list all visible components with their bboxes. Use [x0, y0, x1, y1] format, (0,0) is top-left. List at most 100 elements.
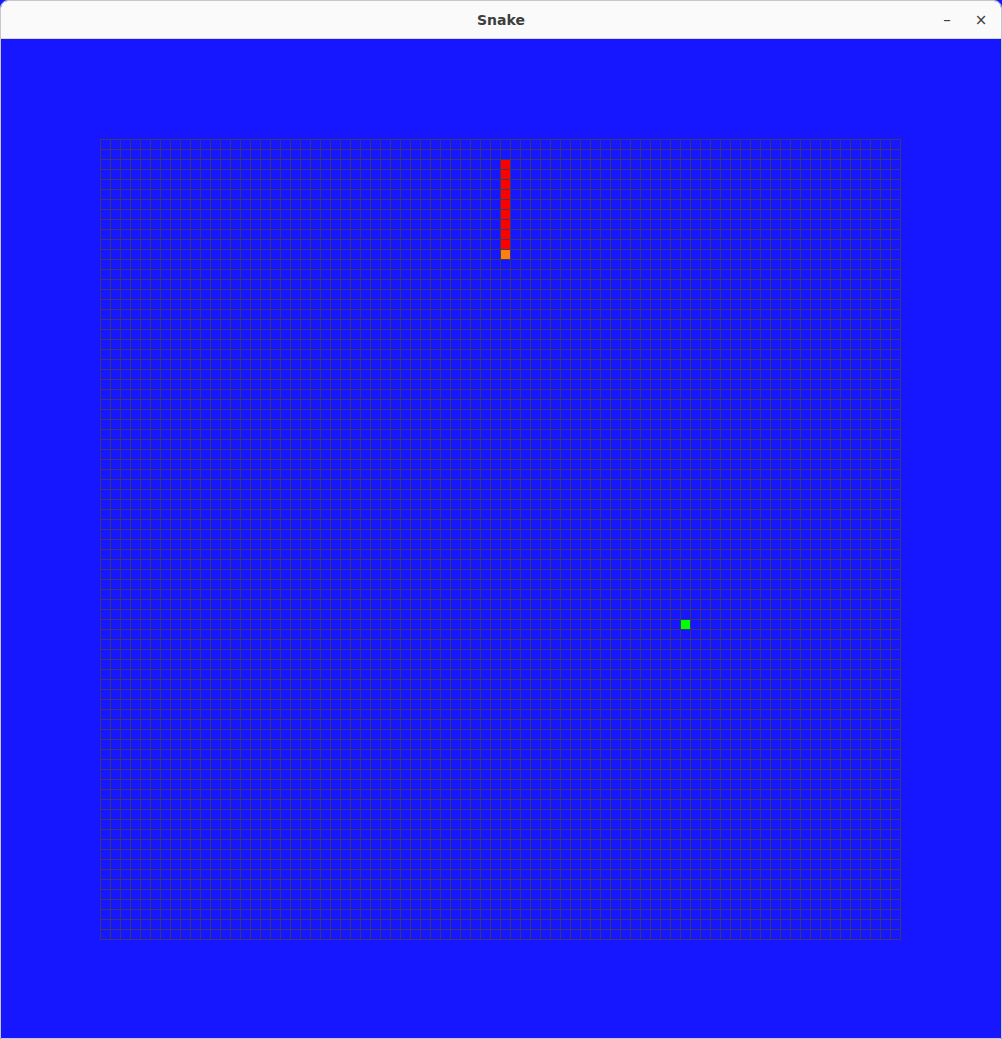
grid-cell — [351, 340, 360, 349]
grid-cell — [341, 280, 350, 289]
grid-cell — [641, 300, 650, 309]
grid-cell — [691, 260, 700, 269]
grid-cell — [671, 380, 680, 389]
grid-cell — [741, 330, 750, 339]
grid-cell — [481, 380, 490, 389]
grid-cell — [251, 170, 260, 179]
grid-cell — [391, 370, 400, 379]
grid-cell — [781, 340, 790, 349]
grid-cell — [311, 270, 320, 279]
grid-cell — [231, 270, 240, 279]
grid-cell — [241, 240, 250, 249]
grid-cell — [881, 200, 890, 209]
grid-cell — [301, 260, 310, 269]
grid-cell — [381, 370, 390, 379]
grid-cell — [621, 180, 630, 189]
grid-cell — [321, 240, 330, 249]
grid-cell — [451, 230, 460, 239]
grid-cell — [301, 330, 310, 339]
grid-cell — [171, 230, 180, 239]
grid-cell — [611, 170, 620, 179]
grid-cell — [261, 300, 270, 309]
grid-cell — [191, 300, 200, 309]
grid-cell — [431, 260, 440, 269]
grid-cell — [671, 340, 680, 349]
grid-cell — [671, 280, 680, 289]
grid-cell — [451, 190, 460, 199]
grid-cell — [391, 200, 400, 209]
grid-cell — [261, 140, 270, 149]
grid-cell — [401, 360, 410, 369]
grid-cell — [391, 310, 400, 319]
grid-cell — [521, 260, 530, 269]
grid-cell — [101, 330, 110, 339]
grid-cell — [131, 290, 140, 299]
grid-cell — [471, 160, 480, 169]
grid-cell — [411, 250, 420, 259]
grid-cell — [841, 330, 850, 339]
grid-cell — [161, 300, 170, 309]
grid-cell — [581, 300, 590, 309]
grid-cell — [641, 160, 650, 169]
grid-cell — [811, 380, 820, 389]
grid-cell — [411, 310, 420, 319]
grid-cell — [621, 380, 630, 389]
grid-cell — [591, 250, 600, 259]
grid-cell — [751, 350, 760, 359]
grid-cell — [151, 150, 160, 159]
grid-cell — [301, 300, 310, 309]
grid-cell — [381, 220, 390, 229]
grid-cell — [361, 280, 370, 289]
grid-cell — [191, 240, 200, 249]
grid-cell — [841, 220, 850, 229]
grid-cell — [811, 190, 820, 199]
grid-cell — [551, 370, 560, 379]
grid-cell — [761, 370, 770, 379]
grid-cell — [701, 190, 710, 199]
grid-cell — [271, 240, 280, 249]
grid-cell — [651, 360, 660, 369]
grid-cell — [521, 240, 530, 249]
grid-cell — [171, 270, 180, 279]
grid-cell — [351, 170, 360, 179]
grid-cell — [231, 280, 240, 289]
grid-cell — [511, 330, 520, 339]
grid-cell — [721, 190, 730, 199]
grid-cell — [331, 200, 340, 209]
grid-cell — [611, 370, 620, 379]
grid-cell — [891, 220, 900, 229]
grid-cell — [391, 150, 400, 159]
grid-cell — [501, 150, 510, 159]
grid-cell — [771, 330, 780, 339]
grid-cell — [441, 200, 450, 209]
grid-cell — [601, 350, 610, 359]
grid-cell — [771, 240, 780, 249]
grid-cell — [411, 190, 420, 199]
grid-cell — [831, 350, 840, 359]
grid-cell — [441, 190, 450, 199]
grid-cell — [571, 200, 580, 209]
grid-cell — [621, 360, 630, 369]
grid-cell — [411, 200, 420, 209]
grid-cell — [171, 370, 180, 379]
grid-cell — [191, 340, 200, 349]
grid-cell — [141, 280, 150, 289]
minimize-button[interactable]: – — [937, 10, 957, 30]
grid-cell — [441, 150, 450, 159]
grid-cell — [641, 180, 650, 189]
grid-cell — [391, 160, 400, 169]
grid-cell — [101, 150, 110, 159]
grid-cell — [121, 240, 130, 249]
grid-cell — [341, 150, 350, 159]
grid-cell — [741, 370, 750, 379]
grid-cell — [201, 260, 210, 269]
grid-cell — [241, 140, 250, 149]
grid-cell — [781, 230, 790, 239]
grid-cell — [241, 270, 250, 279]
grid-cell — [671, 150, 680, 159]
close-button[interactable]: × — [971, 10, 991, 30]
grid-cell — [661, 290, 670, 299]
grid-cell — [241, 160, 250, 169]
grid-cell — [211, 240, 220, 249]
grid-cell — [631, 380, 640, 389]
